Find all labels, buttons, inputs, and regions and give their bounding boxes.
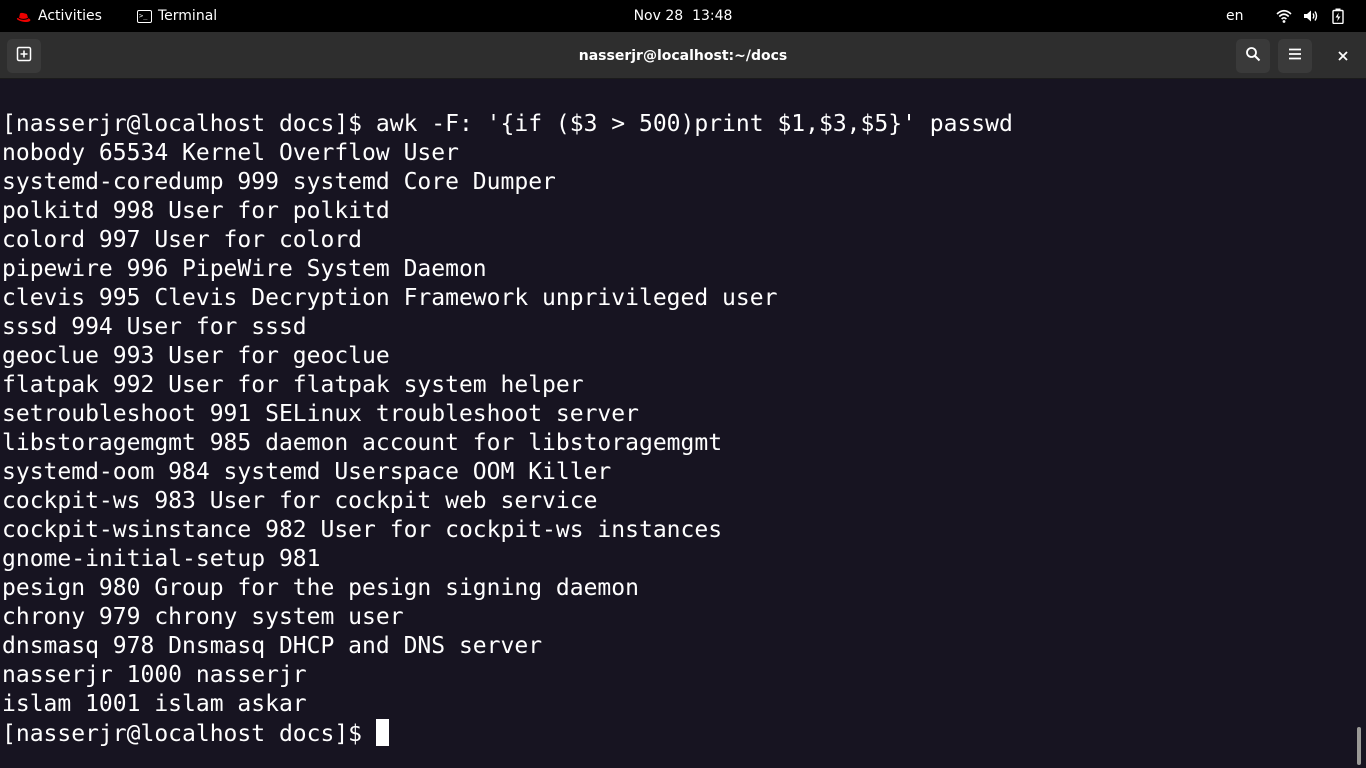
output-line: systemd-coredump 999 systemd Core Dumper (2, 169, 556, 195)
output-line: polkitd 998 User for polkitd (2, 198, 390, 224)
output-line: clevis 995 Clevis Decryption Framework u… (2, 285, 778, 311)
close-icon (1337, 47, 1349, 66)
scrollbar-thumb[interactable] (1357, 727, 1361, 765)
output-line: geoclue 993 User for geoclue (2, 343, 390, 369)
output-line: pipewire 996 PipeWire System Daemon (2, 256, 487, 282)
search-icon (1245, 46, 1261, 66)
output-line: systemd-oom 984 systemd Userspace OOM Ki… (2, 459, 612, 485)
output-line: chrony 979 chrony system user (2, 604, 404, 630)
wifi-icon (1276, 8, 1292, 24)
system-menu-button[interactable] (1276, 0, 1346, 32)
output-line: pesign 980 Group for the pesign signing … (2, 575, 639, 601)
app-menu-button[interactable]: >_ Terminal (137, 0, 217, 32)
new-tab-button[interactable] (7, 39, 41, 73)
hamburger-menu-icon (1287, 46, 1303, 66)
output-line: dnsmasq 978 Dnsmasq DHCP and DNS server (2, 633, 543, 659)
output-line: nasserjr 1000 nasserjr (2, 662, 307, 688)
output-line: gnome-initial-setup 981 (2, 546, 321, 572)
output-line: sssd 994 User for sssd (2, 314, 307, 340)
battery-icon (1330, 8, 1346, 25)
activities-label: Activities (38, 8, 102, 24)
output-line: libstoragemgmt 985 daemon account for li… (2, 430, 723, 456)
output-line: cockpit-wsinstance 982 User for cockpit-… (2, 517, 723, 543)
terminal-view[interactable]: [nasserjr@localhost docs]$ awk -F: '{if … (0, 79, 1352, 768)
language-label: en (1226, 8, 1244, 24)
main-menu-button[interactable] (1278, 39, 1312, 73)
new-tab-icon (16, 46, 32, 66)
terminal-scrollbar[interactable] (1352, 79, 1366, 768)
output-line: colord 997 User for colord (2, 227, 363, 253)
command-line: [nasserjr@localhost docs]$ awk -F: '{if … (2, 111, 1013, 137)
output-line: cockpit-ws 983 User for cockpit web serv… (2, 488, 598, 514)
prompt-text: [nasserjr@localhost docs]$ (2, 721, 376, 747)
output-line: nobody 65534 Kernel Overflow User (2, 140, 459, 166)
top-bar: Activities >_ Terminal Nov 28 13:48 en (0, 0, 1366, 32)
prompt-line[interactable]: [nasserjr@localhost docs]$ (2, 719, 1352, 748)
terminal-headerbar: nasserjr@localhost:~/docs (0, 32, 1366, 79)
language-indicator[interactable]: en (1226, 0, 1244, 32)
output-line: setroubleshoot 991 SELinux troubleshoot … (2, 401, 639, 427)
window-title: nasserjr@localhost:~/docs (578, 47, 788, 64)
search-button[interactable] (1236, 39, 1270, 73)
clock-button[interactable]: Nov 28 13:48 (634, 8, 733, 24)
text-cursor (375, 719, 389, 746)
volume-icon (1303, 8, 1319, 24)
output-line: islam 1001 islam askar (2, 691, 307, 717)
output-line: flatpak 992 User for flatpak system help… (2, 372, 584, 398)
activities-button[interactable]: Activities (16, 0, 102, 32)
app-menu-label: Terminal (158, 8, 218, 24)
close-window-button[interactable] (1326, 39, 1360, 73)
redhat-icon (16, 11, 31, 22)
terminal-icon: >_ (137, 9, 152, 23)
